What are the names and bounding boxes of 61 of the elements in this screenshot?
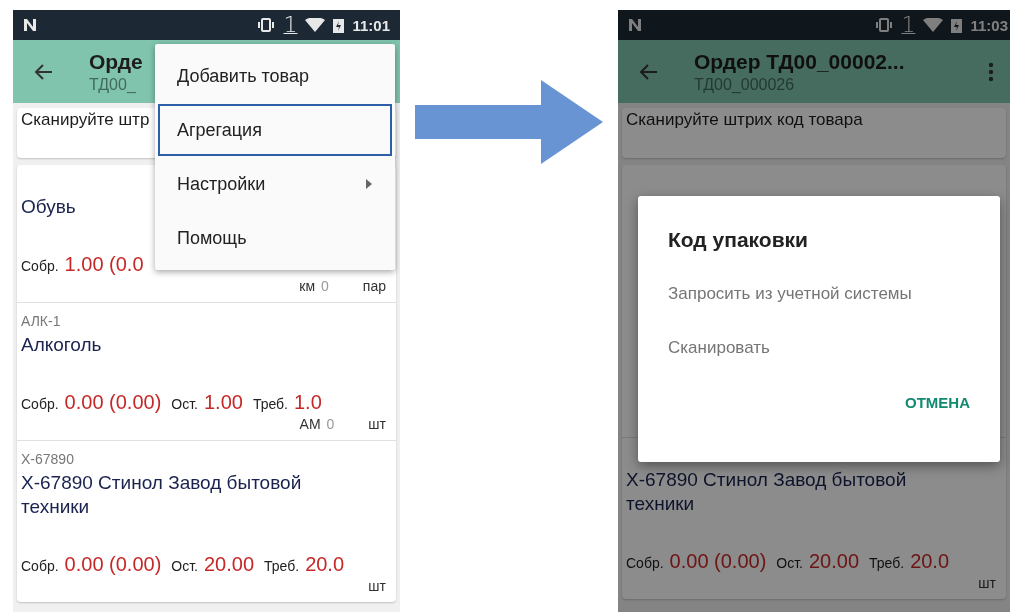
required-value: 20.0	[910, 550, 950, 573]
menu-item[interactable]: Настройки	[158, 158, 392, 210]
toolbar-subtitle: ТД00_	[89, 74, 136, 95]
required-label: Треб.	[869, 555, 905, 571]
required-value: 1.0	[294, 391, 322, 414]
n-logo-icon	[628, 18, 642, 32]
vibrate-icon	[257, 18, 276, 32]
wifi-icon	[305, 18, 326, 32]
mark-count: 0	[321, 277, 329, 296]
back-arrow-icon[interactable]	[638, 62, 658, 81]
required-label: Треб.	[252, 396, 288, 412]
remaining-value: 1.00	[203, 391, 243, 414]
collected-label: Собр.	[21, 396, 59, 412]
menu-item[interactable]: Добавить товар	[158, 50, 392, 102]
remaining-value: 20.00	[203, 553, 255, 576]
toolbar-title: Орде	[89, 48, 143, 75]
menu-item[interactable]: Помощь	[158, 212, 392, 264]
remaining-label: Ост.	[171, 396, 198, 412]
mark-count: 0	[326, 415, 335, 434]
required-value: 20.0	[305, 553, 345, 576]
toolbar-title: Ордер ТД00_00002...	[694, 48, 905, 75]
remaining-value: 20.00	[808, 550, 860, 573]
dialog-title: Код упаковки	[668, 228, 808, 252]
mark-label: км	[299, 277, 316, 296]
remaining-label: Ост.	[171, 558, 198, 574]
sim-number: 1	[283, 12, 298, 38]
status-time: 11:03	[970, 16, 1008, 34]
sim-number: 1	[901, 12, 916, 38]
unit-label: шт	[368, 577, 386, 596]
status-time: 11:01	[352, 16, 390, 34]
collected-value: 1.00 (0.0	[64, 253, 144, 276]
unit-label: пар	[362, 277, 386, 296]
back-arrow-icon[interactable]	[33, 62, 53, 81]
mark-label: АМ	[299, 415, 321, 434]
vibrate-icon	[875, 18, 894, 32]
product-name: Обувь	[21, 195, 76, 219]
product-name: Х-67890 Стинол Завод бытовой техники	[21, 471, 303, 519]
collected-value: 0.00 (0.00)	[64, 553, 162, 576]
unit-label: шт	[978, 574, 996, 593]
right-arrow-icon	[415, 80, 603, 164]
dialog-option[interactable]: Запросить из учетной системы	[668, 284, 912, 304]
n-logo-icon	[23, 18, 37, 32]
wifi-icon	[923, 18, 944, 32]
collected-label: Собр.	[21, 258, 59, 274]
battery-icon	[951, 17, 963, 33]
barcode-input-field[interactable]: Сканируйте штрих код товара	[622, 108, 1006, 158]
dialog-option[interactable]: Сканировать	[668, 338, 770, 358]
collected-value: 0.00 (0.00)	[64, 391, 162, 414]
battery-icon	[333, 17, 345, 33]
more-options-icon[interactable]	[988, 61, 994, 82]
unit-label: шт	[368, 415, 386, 434]
collected-label: Собр.	[21, 558, 59, 574]
collected-value: 0.00 (0.00)	[669, 550, 767, 573]
product-name: Алкоголь	[21, 333, 102, 357]
product-code: АЛК-1	[21, 312, 61, 331]
required-label: Треб.	[264, 558, 300, 574]
product-name: Х-67890 Стинол Завод бытовой техники	[626, 468, 908, 516]
remaining-label: Ост.	[776, 555, 803, 571]
menu-item[interactable]: Агрегация	[158, 104, 392, 156]
collected-label: Собр.	[626, 555, 664, 571]
product-code: Х-67890	[21, 450, 74, 469]
